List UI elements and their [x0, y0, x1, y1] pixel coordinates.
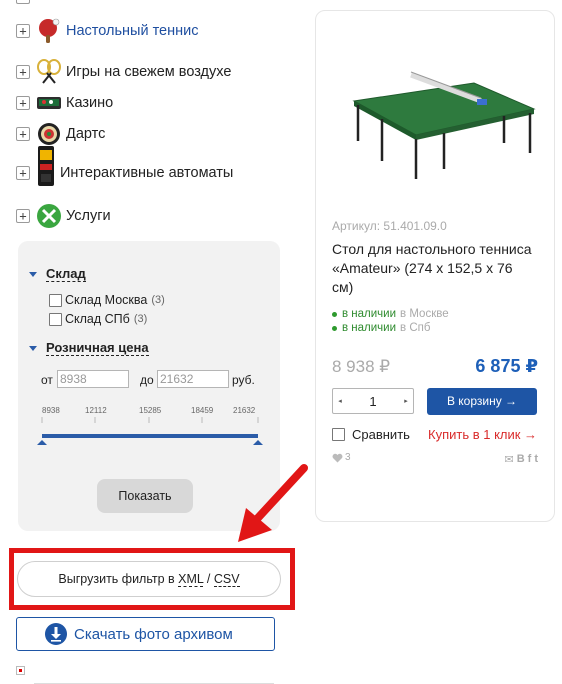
quantity-stepper[interactable]: ◂ 1 ▸: [332, 388, 414, 414]
caret-down-icon: [29, 345, 37, 351]
expand-button[interactable]: +: [16, 96, 30, 110]
marker-dot: [19, 669, 22, 672]
likes[interactable]: 3: [332, 452, 351, 463]
twitter-icon[interactable]: t: [534, 453, 538, 466]
category-label[interactable]: Интерактивные автоматы: [60, 165, 233, 181]
price-slider[interactable]: [36, 415, 270, 445]
availability-moscow: в наличии в Москве: [332, 308, 449, 320]
export-filter-button[interactable]: Выгрузить фильтр в XML / CSV: [17, 561, 281, 597]
expand-button[interactable]: +: [16, 65, 30, 79]
one-click-buy-link[interactable]: Купить в 1 клик →: [428, 427, 537, 442]
in-stock-dot-icon: [332, 325, 337, 331]
option-label: Склад Москва: [65, 293, 148, 307]
in-stock-dot-icon: [332, 311, 337, 317]
arcade-machine-icon: [36, 146, 56, 186]
product-sku: Артикул: 51.401.09.0: [332, 219, 447, 233]
decrease-button[interactable]: ◂: [333, 397, 347, 405]
price-to-label: до: [140, 373, 154, 387]
download-label: Скачать фото архивом: [74, 625, 233, 643]
category-row-services[interactable]: + Услуги: [16, 203, 111, 229]
category-row-casino[interactable]: + Казино: [16, 90, 113, 116]
category-label[interactable]: Дартс: [66, 126, 105, 142]
price-filter-toggle[interactable]: Розничная цена: [29, 340, 149, 356]
heart-icon: [332, 453, 343, 462]
category-row-outdoor-games[interactable]: + Игры на свежем воздухе: [16, 59, 231, 85]
price-to-input[interactable]: 21632: [157, 370, 229, 388]
badminton-rackets-icon: [36, 59, 62, 85]
option-count: (3): [151, 294, 165, 306]
slider-track: [42, 434, 258, 438]
category-label[interactable]: Игры на свежем воздухе: [66, 64, 231, 80]
dartboard-icon: [36, 121, 62, 147]
download-archive-button[interactable]: Скачать фото архивом: [16, 617, 275, 651]
add-to-cart-button[interactable]: В корзину →: [427, 388, 537, 415]
export-separator: /: [206, 572, 211, 586]
price-from-input[interactable]: 8938: [57, 370, 129, 388]
availability-location: в Москве: [400, 308, 449, 320]
export-label: Выгрузить фильтр в: [58, 572, 175, 586]
product-title[interactable]: Стол для настольного тенниса «Amateur» (…: [332, 240, 537, 297]
expand-button[interactable]: +: [16, 209, 30, 223]
show-button[interactable]: Показать: [97, 479, 193, 513]
scale-tick: 21632: [233, 406, 256, 415]
category-label[interactable]: Казино: [66, 95, 113, 111]
quantity-value[interactable]: 1: [369, 394, 376, 409]
red-arrow-icon: [238, 464, 308, 542]
product-card: Артикул: 51.401.09.0 Стол для настольног…: [315, 10, 555, 522]
expand-button[interactable]: [16, 0, 30, 4]
checkbox[interactable]: [49, 293, 62, 307]
category-row-arcade[interactable]: + Интерактивные автоматы: [16, 146, 233, 186]
compare-toggle[interactable]: Сравнить: [332, 427, 410, 442]
vk-icon[interactable]: В: [517, 453, 525, 466]
tools-icon: [36, 203, 62, 229]
export-csv-link[interactable]: CSV: [213, 572, 240, 587]
price-from-label: от: [41, 373, 53, 387]
warehouse-option-moscow[interactable]: Склад Москва (3): [49, 293, 165, 307]
currency-label: руб.: [232, 373, 255, 387]
product-image[interactable]: [334, 61, 539, 191]
warehouse-filter-toggle[interactable]: Склад: [29, 266, 86, 282]
availability-spb: в наличии в Спб: [332, 322, 430, 334]
scale-tick: 8938: [42, 406, 60, 415]
scale-tick: 15285: [139, 406, 162, 415]
scale-tick: 12112: [85, 406, 107, 415]
option-count: (3): [133, 313, 148, 325]
availability-status: в наличии: [342, 322, 397, 334]
compare-label: Сравнить: [352, 427, 410, 442]
increase-button[interactable]: ▸: [399, 397, 413, 405]
share-icons: ✉ В f t: [504, 453, 538, 466]
compare-checkbox[interactable]: [332, 428, 345, 441]
current-price: 6 875 ₽: [475, 356, 538, 376]
old-price: 8 938 ₽: [332, 357, 391, 376]
likes-count: 3: [345, 452, 351, 463]
bottom-checkbox[interactable]: [16, 666, 25, 675]
price-filter-title[interactable]: Розничная цена: [46, 340, 149, 356]
slider-min-handle: [37, 440, 47, 445]
export-xml-link[interactable]: XML: [178, 572, 204, 587]
email-icon[interactable]: ✉: [504, 453, 513, 466]
caret-down-icon: [29, 271, 37, 277]
expand-button[interactable]: +: [16, 24, 30, 38]
category-row-darts[interactable]: + Дартс: [16, 121, 105, 147]
availability-location: в Спб: [400, 322, 431, 334]
availability-status: в наличии: [342, 308, 397, 320]
download-icon: [45, 623, 67, 645]
warehouse-filter-title[interactable]: Склад: [46, 266, 86, 282]
facebook-icon[interactable]: f: [528, 453, 532, 466]
ping-pong-paddle-icon: [36, 18, 62, 44]
scale-tick: 18459: [191, 406, 214, 415]
category-label[interactable]: Услуги: [66, 208, 111, 224]
warehouse-option-spb[interactable]: Склад СПб (3): [49, 312, 147, 326]
category-row-partial: [16, 0, 30, 4]
option-label: Склад СПб: [65, 312, 130, 326]
expand-button[interactable]: +: [16, 127, 30, 141]
checkbox[interactable]: [49, 312, 62, 326]
slider-max-handle: [253, 440, 263, 445]
casino-table-icon: [36, 90, 62, 116]
category-label[interactable]: Настольный теннис: [66, 23, 199, 39]
expand-button[interactable]: +: [16, 166, 30, 180]
category-row-table-tennis[interactable]: + Настольный теннис: [16, 18, 199, 44]
